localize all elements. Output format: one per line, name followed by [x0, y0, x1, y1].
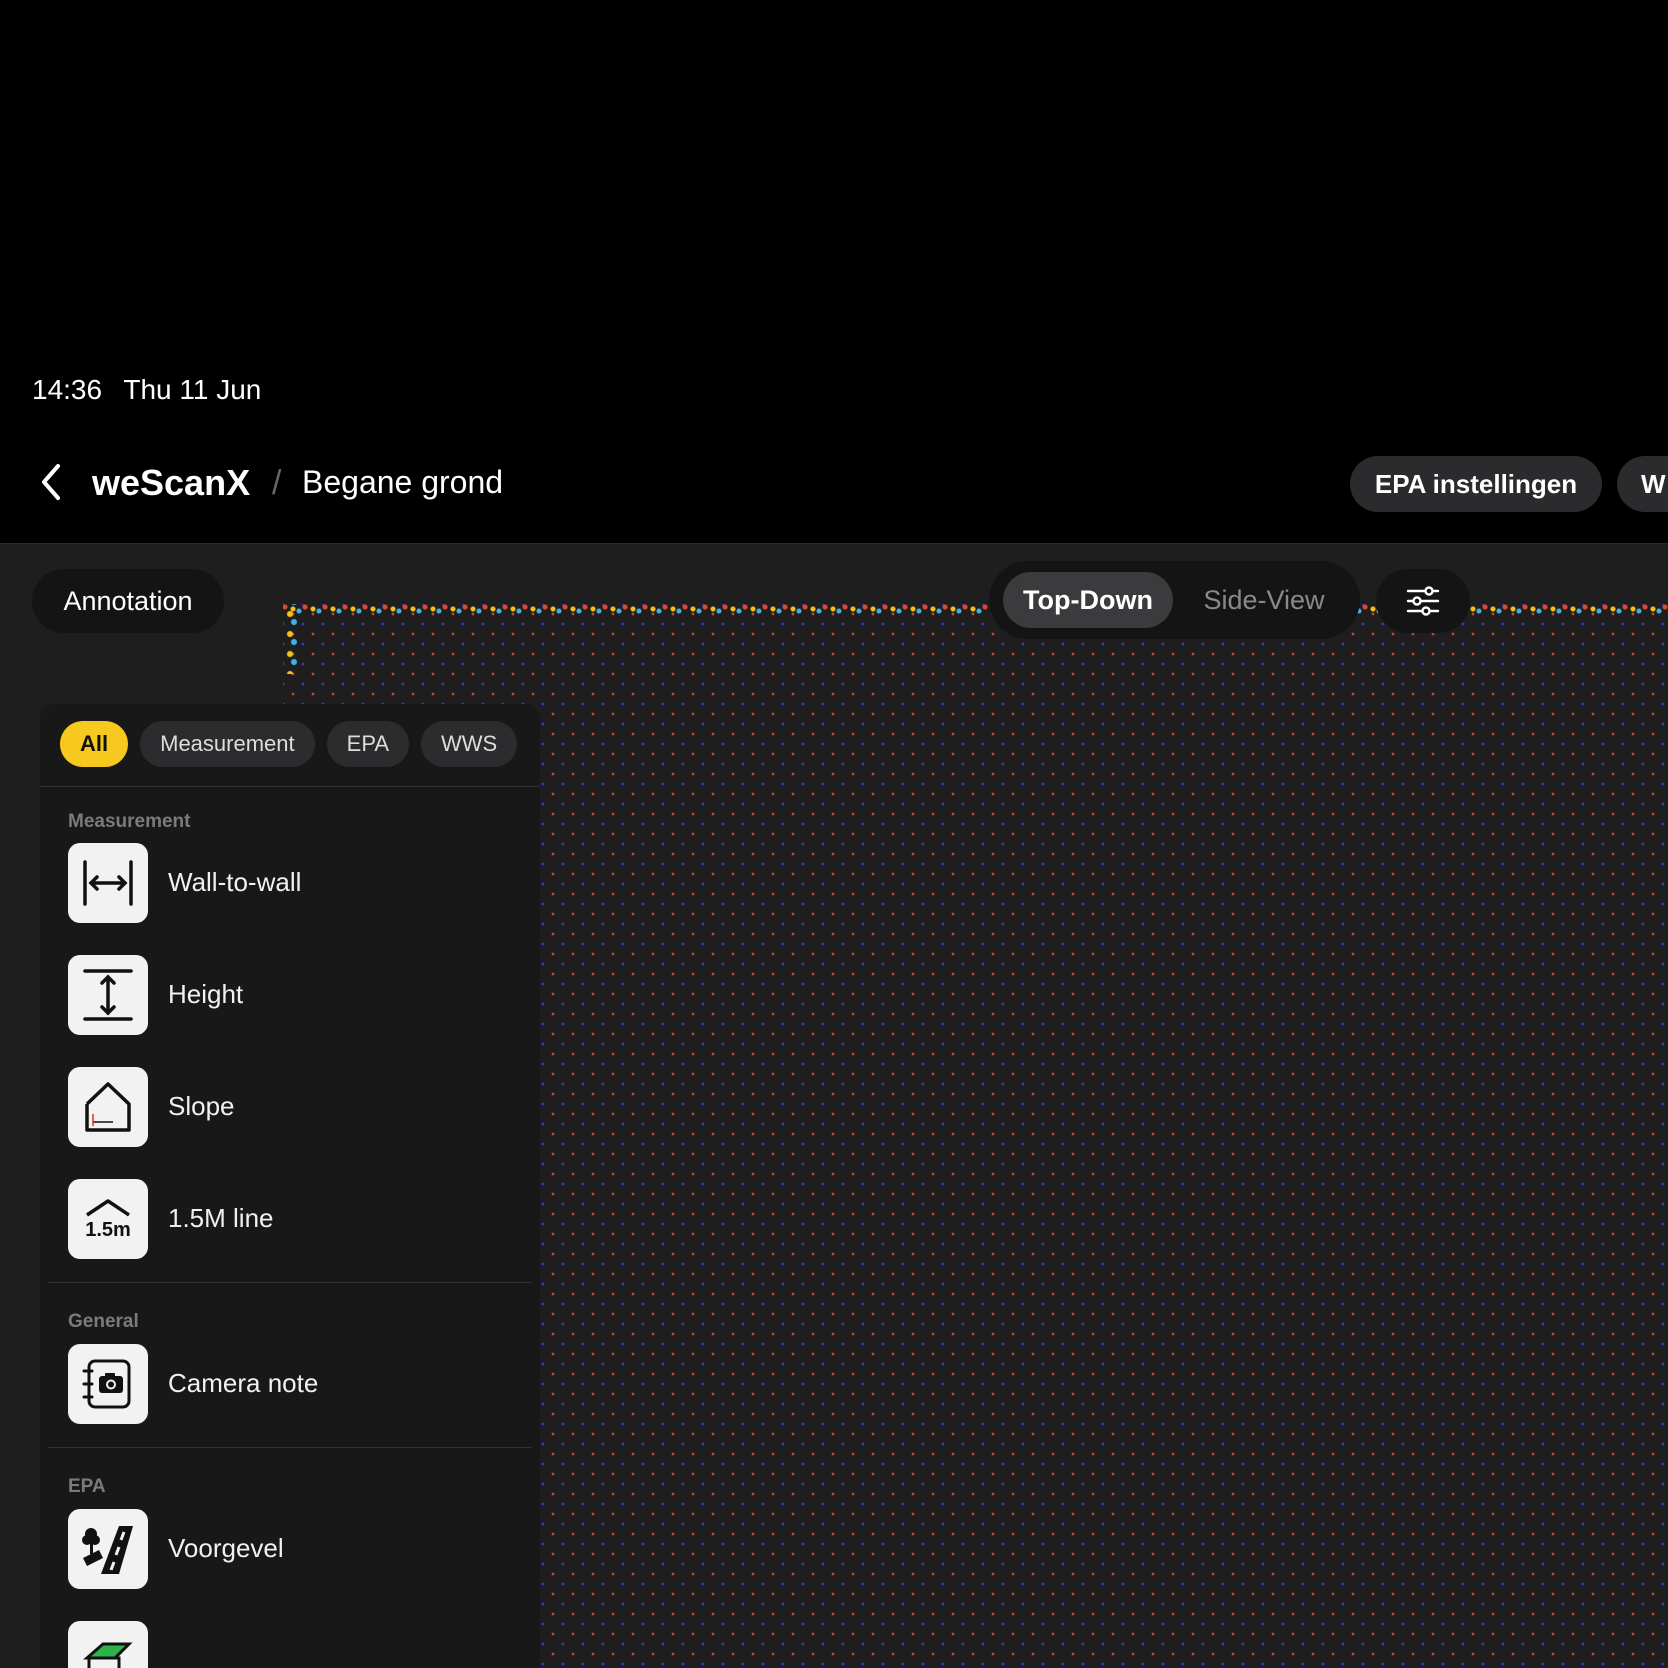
- tool-height[interactable]: Height: [68, 955, 528, 1035]
- chip-measurement[interactable]: Measurement: [140, 721, 315, 767]
- sliders-icon: [1406, 586, 1440, 616]
- top-down-tab[interactable]: Top-Down: [1003, 572, 1173, 628]
- tool-wall-to-wall[interactable]: Wall-to-wall: [68, 843, 528, 923]
- point-cloud-canvas[interactable]: Annotation Top-Down Side-View All Measur…: [0, 543, 1668, 1668]
- line-icon-text: 1.5m: [85, 1218, 131, 1241]
- section-epa: EPA: [68, 1476, 106, 1497]
- epa-settings-button[interactable]: EPA instellingen: [1350, 456, 1602, 512]
- tool-label: Height: [168, 979, 244, 1009]
- tool-1-5m-line[interactable]: 1.5m 1.5M line: [68, 1179, 528, 1259]
- tool-label: Voorgevel: [168, 1533, 284, 1563]
- road-tree-icon: [68, 1509, 148, 1589]
- slope-house-icon: [68, 1067, 148, 1147]
- back-chevron-icon[interactable]: [36, 460, 68, 504]
- camera-note-icon: [68, 1344, 148, 1424]
- height-icon: [68, 955, 148, 1035]
- status-date: Thu 11 Jun: [123, 374, 262, 405]
- annotation-button[interactable]: Annotation: [32, 569, 224, 633]
- chip-all[interactable]: All: [60, 721, 129, 767]
- status-time: 14:36: [32, 374, 103, 405]
- tool-label: 1.5M line: [168, 1203, 274, 1233]
- breadcrumb-current: Begane grond: [302, 464, 504, 500]
- line-1-5m-icon: 1.5m: [68, 1179, 148, 1259]
- tool-label: Slope: [168, 1091, 235, 1121]
- tool-camera-note[interactable]: Camera note: [68, 1344, 528, 1424]
- tool-label: Camera note: [168, 1368, 319, 1398]
- section-general: General: [68, 1311, 139, 1332]
- wws-settings-button[interactable]: W: [1617, 456, 1668, 512]
- annotation-tool-panel: All Measurement EPA WWS Measurement Wall…: [40, 704, 540, 1668]
- divider: [40, 786, 540, 787]
- tool-next-partial[interactable]: [68, 1621, 528, 1668]
- point-cloud-wall-left: [283, 604, 297, 674]
- breadcrumb-separator: /: [272, 464, 282, 502]
- chip-epa[interactable]: EPA: [326, 721, 410, 767]
- wall-to-wall-icon: [68, 843, 148, 923]
- divider: [48, 1447, 532, 1448]
- view-mode-segmented-control: Top-Down Side-View: [989, 561, 1360, 639]
- roof-icon: [68, 1621, 148, 1668]
- app-title: weScanX: [92, 462, 251, 503]
- status-bar: 14:36 Thu 11 Jun: [32, 374, 275, 406]
- section-measurement: Measurement: [68, 811, 191, 832]
- tool-slope[interactable]: Slope: [68, 1067, 528, 1147]
- tool-voorgevel[interactable]: Voorgevel: [68, 1509, 528, 1589]
- tool-label: Wall-to-wall: [168, 867, 302, 897]
- divider: [48, 1282, 532, 1283]
- chip-wws[interactable]: WWS: [421, 721, 518, 767]
- filter-settings-button[interactable]: [1376, 569, 1470, 633]
- side-view-tab[interactable]: Side-View: [1179, 572, 1349, 628]
- navigation-bar: weScanX / Begane grond EPA instellingen …: [0, 440, 1668, 530]
- filter-chips: All Measurement EPA WWS: [60, 721, 518, 767]
